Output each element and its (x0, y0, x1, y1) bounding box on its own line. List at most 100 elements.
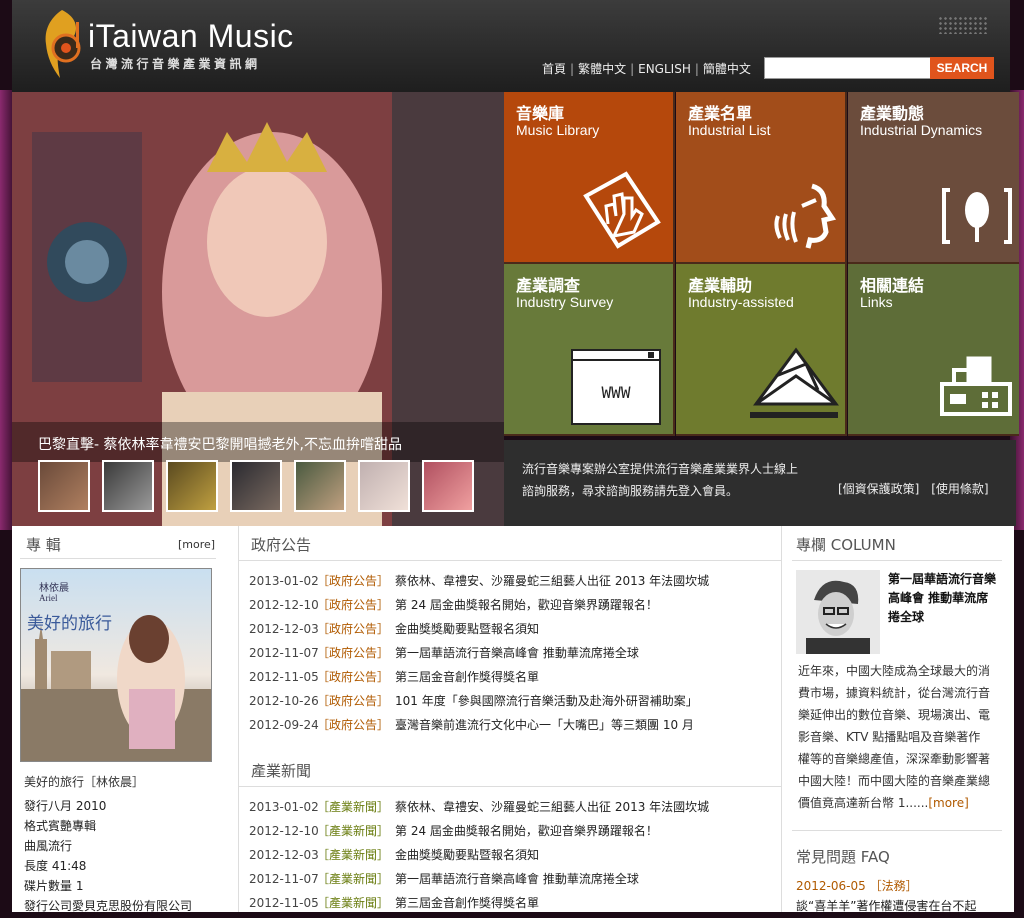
divider (239, 786, 781, 787)
news-tag: ［產業新聞］ (317, 824, 390, 838)
gov-notices-list: 2013-01-02［政府公告］ 蔡依林、韋禮安、沙羅曼蛇三組藝人出征 2013 … (249, 572, 769, 740)
column-more-link[interactable]: [more] (928, 796, 968, 810)
consulting-info-text: 流行音樂專案辦公室提供流行音樂產業業界人士線上諮詢服務，尋求諮詢服務請先登入會員… (522, 462, 799, 498)
tile-music-library[interactable]: 音樂庫 Music Library (504, 92, 675, 264)
news-date: 2012-11-05 (249, 896, 319, 910)
news-title[interactable]: 金曲獎獎勵要點暨報名須知 (395, 848, 539, 862)
list-item[interactable]: 2013-01-02［產業新聞］ 蔡依林、韋禮安、沙羅曼蛇三組藝人出征 2013 … (249, 798, 769, 822)
hero-thumbnail-2[interactable] (102, 460, 154, 512)
news-date: 2012-10-26 (249, 694, 319, 708)
search-input[interactable] (764, 57, 936, 79)
speaker-voice-icon (774, 183, 837, 249)
news-title[interactable]: 第三屆金音創作獎得獎名單 (395, 670, 539, 684)
album-cover[interactable]: 林依晨 Ariel 美好的旅行 (20, 568, 212, 762)
terms-of-use-link[interactable]: [使用條款] (931, 482, 988, 496)
logo-taiwan-note-icon[interactable] (32, 8, 90, 80)
album-publisher: 發行公司愛貝克思股份有限公司 (24, 899, 193, 913)
tile-label-en: Industry-assisted (688, 294, 794, 310)
hero-thumbnail-5[interactable] (294, 460, 346, 512)
tile-industry-assisted[interactable]: 產業輔助 Industry-assisted (676, 264, 847, 436)
album-format: 格式賓艷專輯 (24, 819, 97, 833)
news-date: 2012-11-07 (249, 646, 319, 660)
news-title[interactable]: 第一屆華語流行音樂高峰會 推動華流席捲全球 (395, 646, 639, 660)
faq-date: 2012-06-05 (796, 879, 866, 893)
tile-industrial-dynamics[interactable]: 產業動態 Industrial Dynamics (848, 92, 1019, 264)
news-date: 2012-12-03 (249, 622, 319, 636)
list-item[interactable]: 2012-10-26［政府公告］ 101 年度「參與國際流行音樂活動及赴海外研習補… (249, 692, 769, 716)
news-title[interactable]: 第 24 屆金曲獎報名開始，歡迎音樂界踴躍報名！ (395, 824, 658, 838)
tile-industrial-list[interactable]: 產業名單 Industrial List (676, 92, 847, 264)
gov-notices-title: 政府公告 (251, 536, 312, 554)
hero-thumbnail-1[interactable] (38, 460, 90, 512)
www-window-icon: WWW (571, 349, 661, 425)
news-title[interactable]: 101 年度「參與國際流行音樂活動及赴海外研習補助案」 (395, 694, 698, 708)
list-item[interactable]: 2012-12-03［產業新聞］ 金曲獎獎勵要點暨報名須知 (249, 846, 769, 870)
column-headline[interactable]: 第一屆華語流行音樂高峰會 推動華流席捲全球 (888, 570, 996, 627)
site-header: iTaiwan Music 台灣流行音樂產業資訊網 首頁 | 繁體中文 | ENGLIS… (12, 0, 1010, 92)
hero-thumbnail-6[interactable] (358, 460, 410, 512)
list-item[interactable]: 2012-11-05［產業新聞］ 第三屆金音創作獎得獎名單 (249, 894, 769, 918)
divider (792, 830, 1002, 831)
news-tag: ［產業新聞］ (317, 800, 390, 814)
hand-icon (583, 171, 661, 249)
nav-english-link[interactable]: ENGLISH (638, 62, 691, 76)
hero-banner[interactable]: 巴黎直擊- 蔡依林率韋禮安巴黎開唱撼老外,不忘血拚嚐甜品 (12, 92, 504, 526)
nav-separator: | (630, 62, 635, 76)
consulting-info-bar: 流行音樂專案辦公室提供流行音樂產業業界人士線上諮詢服務，尋求諮詢服務請先登入會員… (504, 440, 1016, 526)
faq-item[interactable]: 2012-06-05 ［法務］ 談“喜羊羊”著作權遭侵害在台不起 (796, 876, 990, 916)
nav-simplified-chinese-link[interactable]: 簡體中文 (703, 62, 751, 76)
news-date: 2012-12-03 (249, 848, 319, 862)
nav-traditional-chinese-link[interactable]: 繁體中文 (578, 62, 626, 76)
news-title[interactable]: 金曲獎獎勵要點暨報名須知 (395, 622, 539, 636)
tile-industry-survey[interactable]: 產業調查 Industry Survey WWW (504, 264, 675, 436)
news-tag: ［政府公告］ (317, 670, 390, 684)
news-date: 2012-09-24 (249, 718, 319, 732)
tile-links[interactable]: 相關連結 Links (848, 264, 1019, 436)
hero-thumbnail-4[interactable] (230, 460, 282, 512)
faq-text[interactable]: 談“喜羊羊”著作權遭侵害在台不起 (796, 899, 976, 913)
news-title[interactable]: 第三屆金音創作獎得獎名單 (395, 896, 539, 910)
hero-thumbnail-3[interactable] (166, 460, 218, 512)
news-title[interactable]: 第一屆華語流行音樂高峰會 推動華流席捲全球 (395, 872, 639, 886)
logo-title[interactable]: iTaiwan Music (88, 18, 294, 55)
list-item[interactable]: 2012-11-05［政府公告］ 第三屆金音創作獎得獎名單 (249, 668, 769, 692)
search-button[interactable]: SEARCH (930, 57, 994, 79)
list-item[interactable]: 2012-11-07［產業新聞］ 第一屆華語流行音樂高峰會 推動華流席捲全球 (249, 870, 769, 894)
list-item[interactable]: 2012-09-24［政府公告］ 臺灣音樂前進流行文化中心一「大嘴巴」等三類團 1… (249, 716, 769, 740)
news-date: 2012-12-10 (249, 824, 319, 838)
news-title[interactable]: 蔡依林、韋禮安、沙羅曼蛇三組藝人出征 2013 年法國坎城 (395, 574, 709, 588)
album-title[interactable]: 美好的旅行［林依晨］ (24, 772, 192, 792)
album-more-link[interactable]: [more] (178, 538, 215, 551)
news-date: 2012-12-10 (249, 598, 319, 612)
faq-tag: ［法務］ (869, 879, 918, 893)
industry-news-title: 產業新聞 (251, 762, 312, 780)
divider (239, 560, 781, 561)
column-author-photo[interactable] (796, 570, 880, 654)
list-item[interactable]: 2012-12-03［政府公告］ 金曲獎獎勵要點暨報名須知 (249, 620, 769, 644)
nav-home-link[interactable]: 首頁 (542, 62, 566, 76)
logo-subtitle: 台灣流行音樂產業資訊網 (90, 57, 261, 71)
tile-label-zh: 產業調查 (516, 276, 581, 295)
list-item[interactable]: 2013-01-02［政府公告］ 蔡依林、韋禮安、沙羅曼蛇三組藝人出征 2013 … (249, 572, 769, 596)
news-title[interactable]: 臺灣音樂前進流行文化中心一「大嘴巴」等三類團 10 月 (395, 718, 694, 732)
news-title[interactable]: 第 24 屆金曲獎報名開始，歡迎音樂界踴躍報名！ (395, 598, 658, 612)
nav-separator: | (570, 62, 575, 76)
album-release-date: 發行八月 2010 (24, 799, 107, 813)
album-genre: 曲風流行 (24, 839, 73, 853)
privacy-policy-link[interactable]: [個資保護政策] (838, 482, 919, 496)
list-item[interactable]: 2012-11-07［政府公告］ 第一屆華語流行音樂高峰會 推動華流席捲全球 (249, 644, 769, 668)
list-item[interactable]: 2012-12-10［政府公告］ 第 24 屆金曲獎報名開始，歡迎音樂界踴躍報名！ (249, 596, 769, 620)
news-title[interactable]: 蔡依林、韋禮安、沙羅曼蛇三組藝人出征 2013 年法國坎城 (395, 800, 709, 814)
tile-label-zh: 產業動態 (860, 104, 925, 123)
news-date: 2012-11-07 (249, 872, 319, 886)
list-item[interactable]: 2012-12-10［產業新聞］ 第 24 屆金曲獎報名開始，歡迎音樂界踴躍報名！ (249, 822, 769, 846)
column-author-photo-art (796, 570, 880, 654)
hero-thumbnail-7[interactable] (422, 460, 474, 512)
news-tag: ［政府公告］ (317, 694, 390, 708)
news-date: 2012-11-05 (249, 670, 319, 684)
envelope-paper-icon (750, 347, 839, 418)
column-body: 近年來，中國大陸成為全球最大的消費市場，據資料統計，從台灣流行音樂延伸出的數位音… (798, 660, 992, 814)
album-info: 美好的旅行［林依晨］ 發行八月 2010 格式賓艷專輯 曲風流行 長度 41:4… (24, 772, 192, 916)
tile-label-en: Links (860, 294, 893, 310)
hero-caption[interactable]: 巴黎直擊- 蔡依林率韋禮安巴黎開唱撼老外,不忘血拚嚐甜品 (38, 434, 402, 454)
